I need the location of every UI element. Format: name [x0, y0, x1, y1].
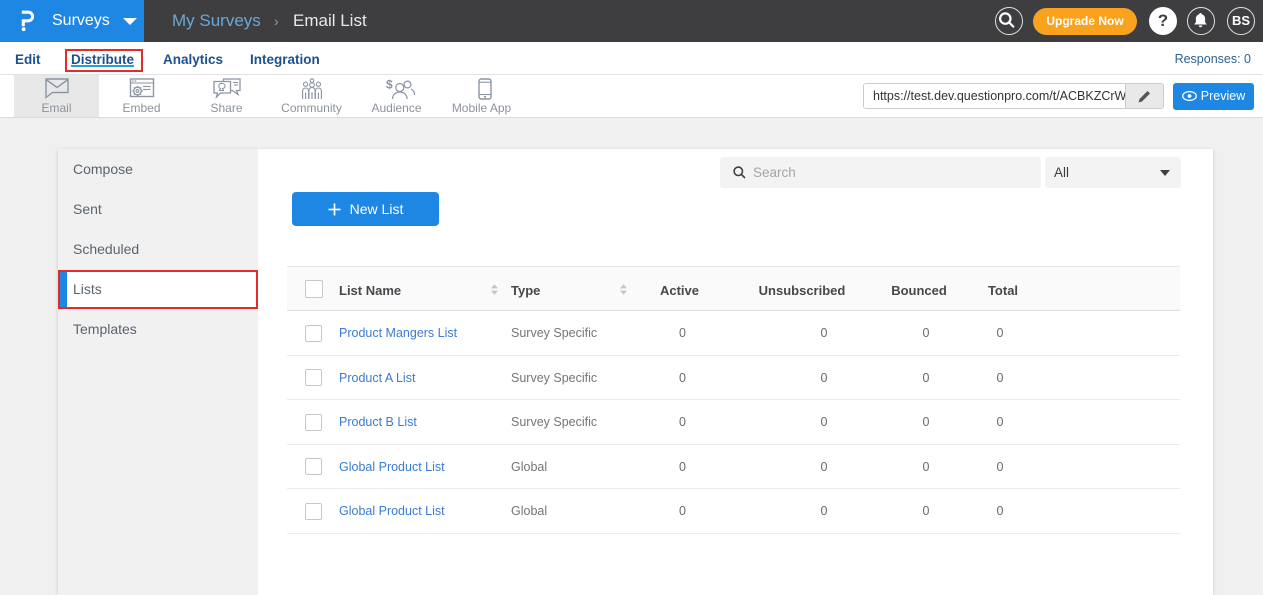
- svg-text:$: $: [386, 78, 393, 92]
